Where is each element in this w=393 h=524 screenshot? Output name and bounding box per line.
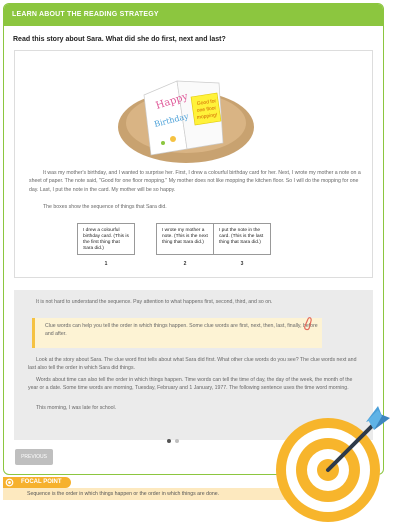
clue-words-box: Clue words can help you tell the order i… [32, 318, 322, 348]
page-dot-2[interactable] [175, 439, 179, 443]
previous-button[interactable]: PREVIOUS [15, 449, 53, 465]
sequence-number-1: 1 [104, 261, 108, 267]
sequence-number-3: 3 [240, 261, 244, 267]
time-paragraph: Words about time can also tell the order… [28, 377, 353, 391]
focal-point-icon [5, 478, 14, 487]
explanation-intro: It is not hard to understand the sequenc… [36, 299, 273, 305]
boxes-intro: The boxes show the sequence of things th… [43, 204, 167, 210]
sequence-number-2: 2 [183, 261, 187, 267]
paperclip-icon [304, 317, 312, 331]
focal-point-text: Sequence is the order in which things ha… [3, 488, 285, 500]
story-paragraph: It was my mother's birthday, and I wante… [29, 170, 361, 193]
story-card: Happy Birthday Good for one floor moppin… [14, 50, 373, 278]
section-header: LEARN ABOUT THE READING STRATEGY [4, 4, 383, 26]
sequence-box-2: I wrote my mother a note. (This is the n… [156, 223, 214, 255]
sequence-box-1: I drew a colourful birthday card. (This … [77, 223, 135, 255]
sequence-box-3: I put the note in the card. (This is the… [213, 223, 271, 255]
target-icon [276, 406, 390, 522]
birthday-card-illustration: Happy Birthday Good for one floor moppin… [118, 80, 254, 163]
question-text: Read this story about Sara. What did she… [13, 36, 226, 43]
story-text: It was my mother's birthday, and I wante… [29, 169, 363, 195]
clue-paragraph: Look at the story about Sara. The clue w… [28, 357, 357, 371]
page-dot-1[interactable] [167, 439, 171, 443]
